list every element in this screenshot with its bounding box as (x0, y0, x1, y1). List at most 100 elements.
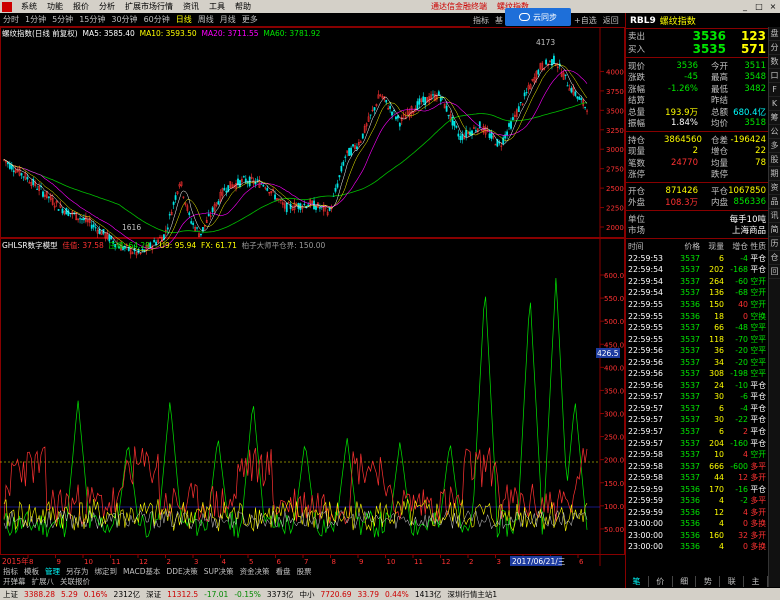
indicator-tab-8[interactable]: 资金决策 (237, 566, 273, 577)
trade-volume: 44 (714, 473, 724, 483)
quote-value-2: 3548 (744, 72, 766, 83)
candle-body (90, 224, 93, 229)
side-button-16[interactable]: 仓 (769, 251, 780, 265)
candle-body (223, 187, 226, 191)
trade-time: 22:59:55 (628, 323, 664, 333)
indicator-tab-7[interactable]: SUP决策 (201, 566, 237, 577)
quote-tab-0[interactable]: 笔 (625, 576, 649, 587)
side-button-12[interactable]: 品 (769, 195, 780, 209)
trade-price: 3537 (680, 265, 700, 275)
quote-tab-2[interactable]: 细 (673, 576, 697, 587)
menu-tools[interactable]: 工具 (204, 0, 230, 13)
side-button-1[interactable]: 分 (769, 41, 780, 55)
app-title: 通达信金融终端 (431, 2, 487, 11)
side-button-17[interactable]: 回 (769, 265, 780, 279)
quote-tab-1[interactable]: 价 (649, 576, 673, 587)
side-button-13[interactable]: 讯 (769, 209, 780, 223)
indicator-tab-9[interactable]: 看盘 (273, 566, 294, 577)
side-button-3[interactable]: 口 (769, 69, 780, 83)
quote-label: 总量 (628, 107, 646, 118)
period-tab-8[interactable]: 月线 (217, 14, 239, 25)
date-tick-label: 9 (359, 558, 363, 566)
maximize-icon[interactable]: □ (752, 2, 766, 11)
trade-nature: 空开 (750, 288, 766, 298)
quote-value-2: 680.4亿 (733, 107, 766, 118)
candle-body (578, 96, 581, 100)
fundamental-button[interactable]: 基 (492, 15, 506, 26)
quote-tab-4[interactable]: 联 (720, 576, 745, 587)
period-tab-1[interactable]: 1分钟 (22, 14, 49, 25)
side-button-2[interactable]: 数 (769, 55, 780, 69)
trade-time: 22:59:59 (628, 507, 664, 517)
menu-extended-market[interactable]: 扩展市场行情 (120, 0, 178, 13)
trade-nature: 平仓 (750, 265, 766, 275)
indicator-tab-5[interactable]: MACD基本 (120, 566, 163, 577)
trade-price: 3537 (680, 346, 700, 356)
candle-body (328, 207, 331, 211)
period-tab-7[interactable]: 周线 (195, 14, 217, 25)
add-watchlist-button[interactable]: +自选 (571, 15, 600, 26)
indicator-tick-label: 400.0 (604, 364, 624, 372)
quote-tab-5[interactable]: 主 (744, 576, 768, 587)
indicator-button[interactable]: 指标 (470, 15, 492, 26)
quote-row: 涨停 跌停 (626, 169, 768, 181)
side-button-11[interactable]: 资 (769, 181, 780, 195)
extra-tab-1[interactable]: 扩展八 (29, 576, 58, 587)
candle-body (22, 176, 25, 178)
side-button-5[interactable]: K (769, 97, 780, 111)
trade-price: 3537 (680, 427, 700, 437)
quote-label-2: 跌停 (710, 170, 728, 181)
period-tab-5[interactable]: 60分钟 (141, 14, 173, 25)
extra-tab-2[interactable]: 关联报价 (57, 576, 93, 587)
back-button[interactable]: 返回 (600, 15, 622, 26)
menu-help[interactable]: 帮助 (230, 0, 256, 13)
quote-label-2: 最低 (710, 84, 728, 95)
trade-oi-change: -16 (735, 484, 748, 494)
trade-volume: 12 (714, 507, 724, 517)
period-tab-3[interactable]: 15分钟 (76, 14, 108, 25)
indicator-name: GHLSR数字模型 (2, 241, 58, 250)
quote-tab-3[interactable]: 势 (696, 576, 721, 587)
quote-value: -45 (684, 72, 698, 83)
menu-news[interactable]: 资讯 (178, 0, 204, 13)
side-button-7[interactable]: 公 (769, 125, 780, 139)
indicator-tab-10[interactable]: 股票 (294, 566, 315, 577)
menu-analysis[interactable]: 分析 (94, 0, 120, 13)
side-button-15[interactable]: 历 (769, 237, 780, 251)
indicator-u-value: 95.94 (174, 241, 197, 250)
chart-area[interactable]: 4000 3750 3500 3250 3000 2750 2500 2250 2000 600… (0, 27, 625, 567)
side-button-8[interactable]: 多 (769, 139, 780, 153)
indicator-tab-6[interactable]: DDE决策 (163, 566, 200, 577)
side-button-14[interactable]: 简 (769, 223, 780, 237)
extra-tab-0[interactable]: 开弹幕 (0, 576, 29, 587)
side-button-4[interactable]: F (769, 83, 780, 97)
minimize-icon[interactable]: _ (738, 2, 752, 11)
close-icon[interactable]: × (766, 2, 780, 11)
trade-nature: 多平 (750, 461, 766, 471)
menu-quote[interactable]: 报价 (68, 0, 94, 13)
side-button-0[interactable]: 盘 (769, 27, 780, 41)
period-tab-9[interactable]: 更多 (239, 14, 261, 25)
side-button-9[interactable]: 股 (769, 153, 780, 167)
candle-body (393, 110, 395, 112)
trade-oi-change: 0 (743, 519, 748, 529)
trade-row: 22:59:54 3537 264 -60 空开 (626, 276, 768, 288)
indicator-value-text: 426.5 (597, 349, 619, 358)
menu-system[interactable]: 系统 (16, 0, 42, 13)
menu-function[interactable]: 功能 (42, 0, 68, 13)
candle-body (373, 107, 376, 111)
trade-price: 3537 (680, 276, 700, 286)
period-tab-0[interactable]: 分时 (0, 14, 22, 25)
year-label: 2015年 (2, 556, 29, 566)
cloud-sync-button[interactable]: 云同步 (505, 8, 571, 26)
trade-volume: 136 (709, 288, 724, 298)
period-tab-6[interactable]: 日线 (173, 14, 195, 25)
trade-row: 23:00:00 3536 4 0 多换 (626, 541, 768, 553)
side-button-6[interactable]: 筹 (769, 111, 780, 125)
side-button-10[interactable]: 期 (769, 167, 780, 181)
trade-nature: 平仓 (750, 484, 766, 494)
trade-oi-change: -2 (740, 496, 748, 506)
period-tab-2[interactable]: 5分钟 (49, 14, 76, 25)
indicator-tab-4[interactable]: 绑定到 (92, 566, 121, 577)
period-tab-4[interactable]: 30分钟 (108, 14, 140, 25)
